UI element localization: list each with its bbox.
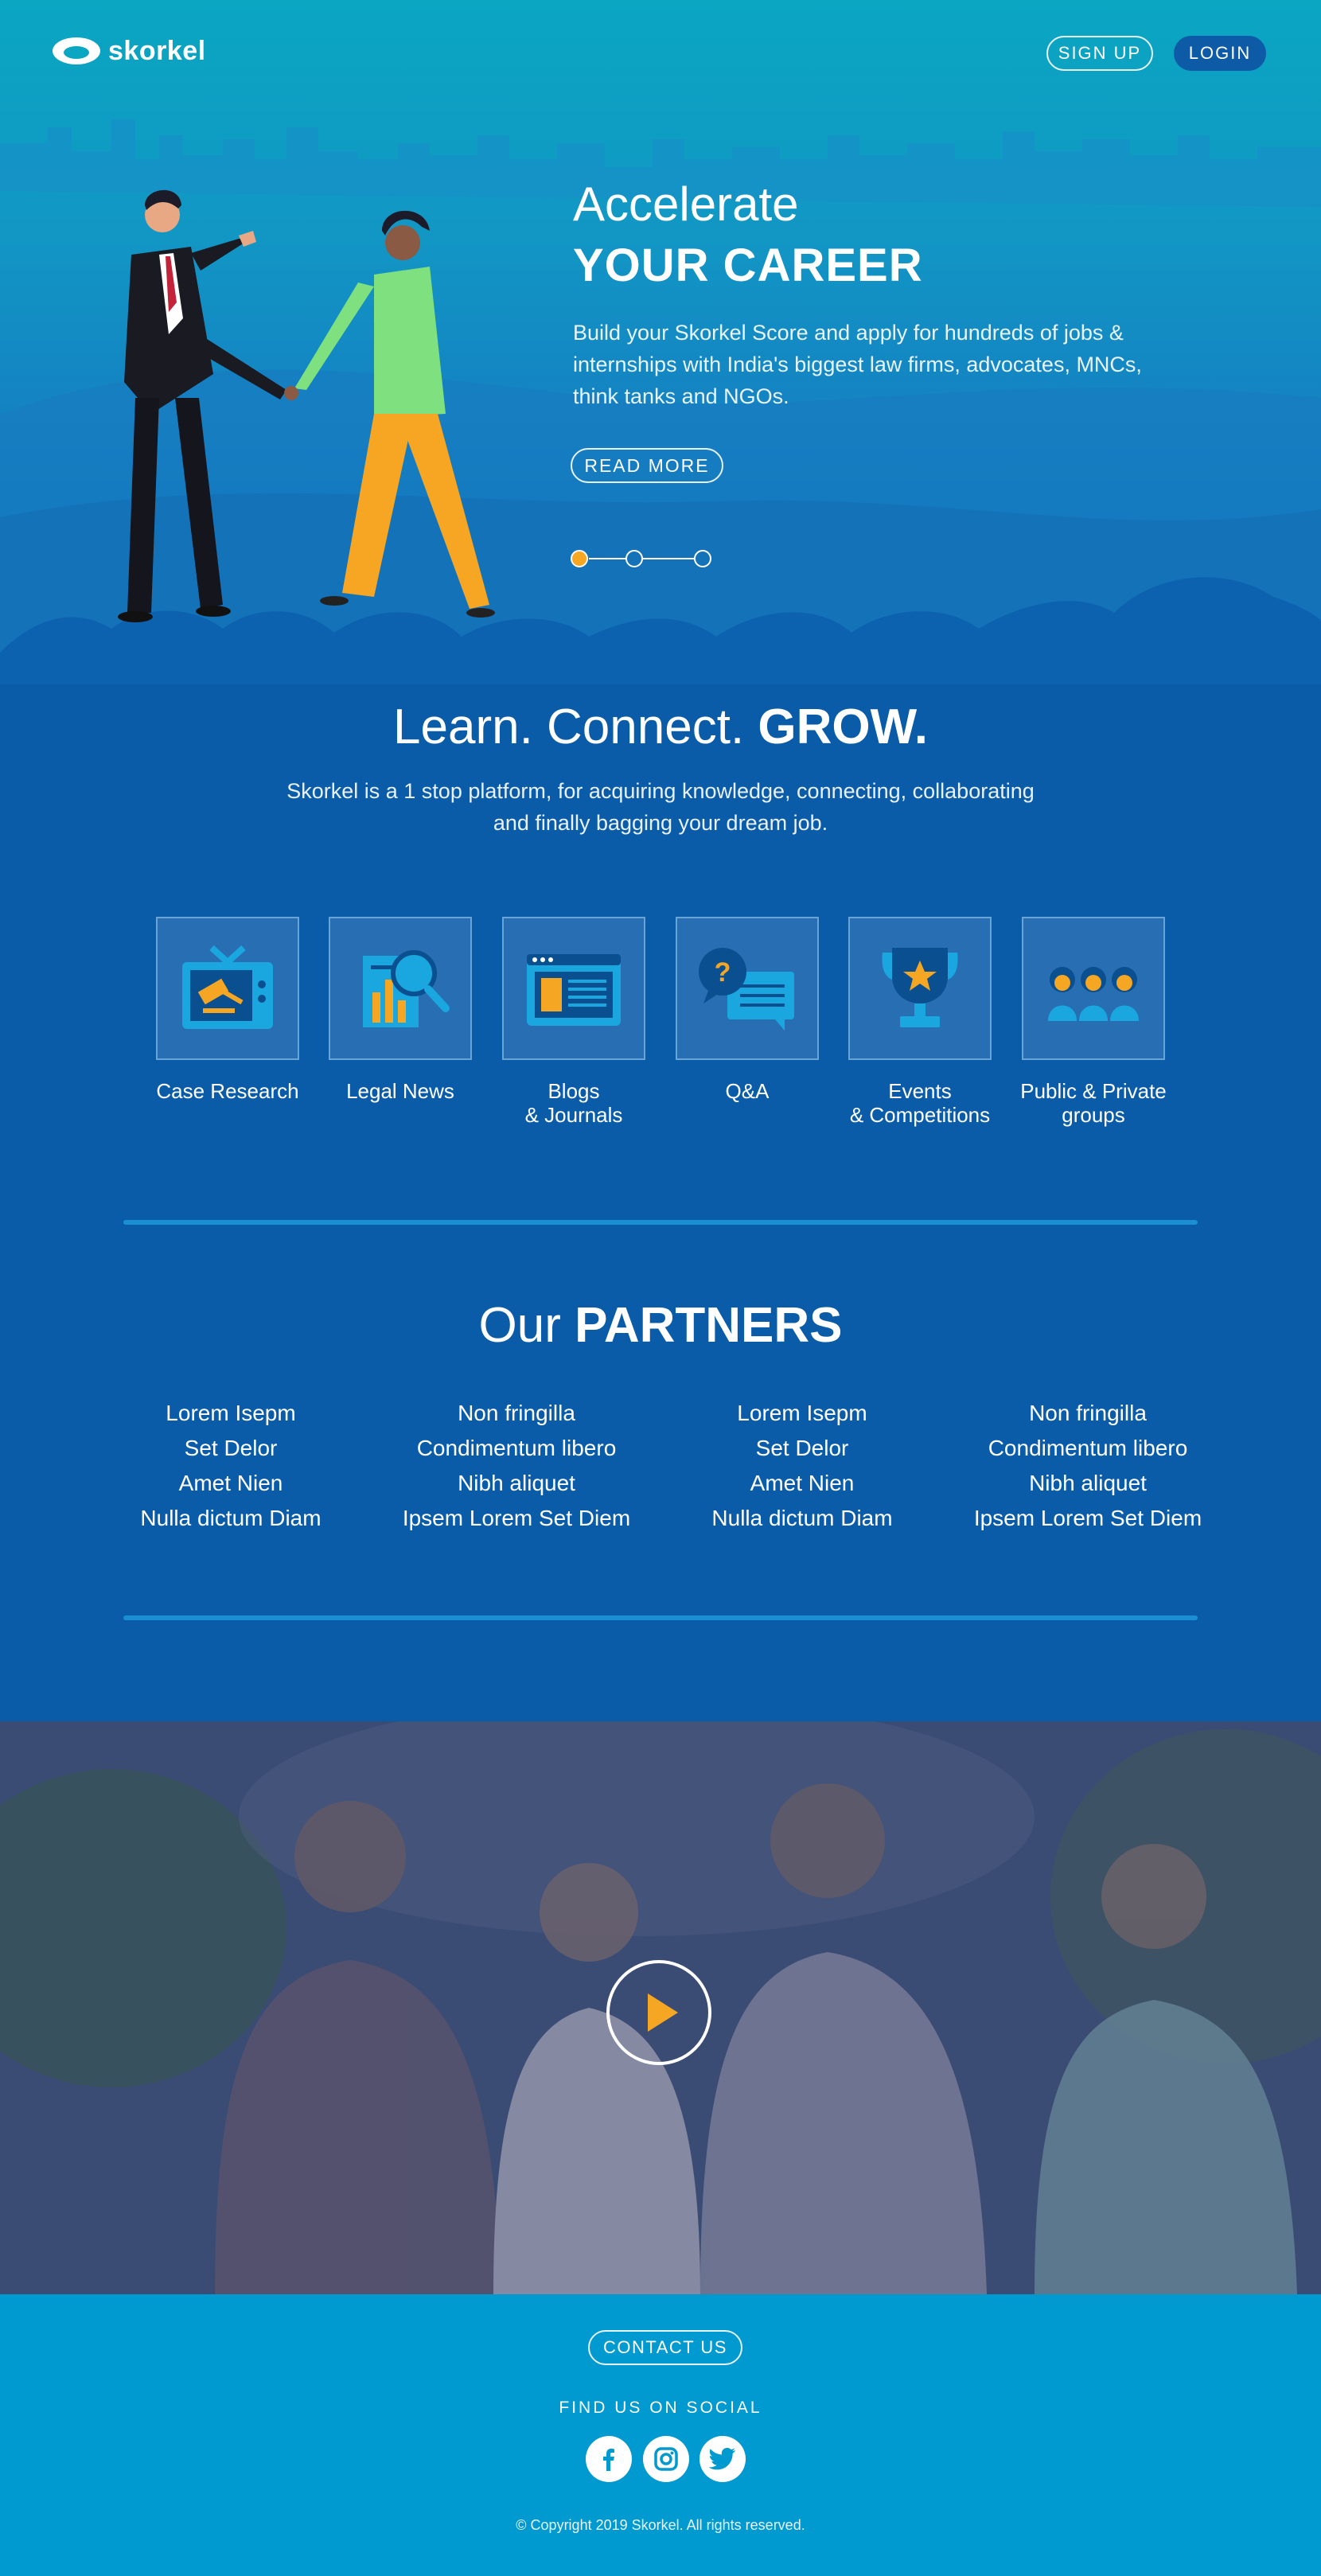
brand-name: skorkel [108, 35, 206, 66]
service-tile[interactable] [502, 917, 645, 1060]
instagram-link[interactable] [643, 2436, 689, 2482]
service-tile[interactable] [848, 917, 992, 1060]
service-label-2: & Competitions [849, 1103, 991, 1127]
service-label: Q&A [725, 1079, 770, 1103]
service-tile[interactable] [1022, 917, 1165, 1060]
service-tile[interactable] [156, 917, 299, 1060]
browser-window-icon [527, 954, 621, 1026]
twitter-icon [709, 2448, 735, 2470]
hero-description: Build your Skorkel Score and apply for h… [573, 321, 1142, 408]
intro-title-light: Learn. Connect. [393, 700, 745, 754]
service-events-competitions[interactable]: Events & Competitions [832, 917, 1007, 1127]
gavel-tv-icon [182, 945, 273, 1029]
partners-column-2: Non fringilla Condimentum libero Nibh al… [373, 1396, 660, 1536]
footer: CONTACT US FIND US ON SOCIAL © Copyright… [0, 2294, 1321, 2576]
twitter-link[interactable] [699, 2436, 746, 2482]
section-divider [123, 1220, 1198, 1225]
partner-item[interactable]: Nulla dictum Diam [659, 1501, 945, 1536]
partner-item[interactable]: Condimentum libero [945, 1431, 1231, 1466]
partner-item[interactable]: Lorem Isepm [88, 1396, 374, 1431]
partners-column-4: Non fringilla Condimentum libero Nibh al… [945, 1396, 1231, 1536]
partner-item[interactable]: Nibh aliquet [945, 1466, 1231, 1501]
partner-item[interactable]: Ipsem Lorem Set Diem [945, 1501, 1231, 1536]
service-qa[interactable]: ? Q&A [660, 917, 835, 1103]
service-tile[interactable]: ? [676, 917, 819, 1060]
partner-item[interactable]: Non fringilla [945, 1396, 1231, 1431]
partner-item[interactable]: Amet Nien [88, 1466, 374, 1501]
read-more-button[interactable]: READ MORE [571, 448, 723, 483]
facebook-link[interactable] [586, 2436, 632, 2482]
intro-description-line1: Skorkel is a 1 stop platform, for acquir… [286, 779, 1035, 803]
chat-question-icon: ? [699, 948, 794, 1031]
slider-pagination [571, 550, 711, 567]
partners-title-bold: PARTNERS [575, 1298, 843, 1353]
logo[interactable]: skorkel [51, 35, 206, 67]
facebook-icon [603, 2449, 614, 2471]
service-tile[interactable] [329, 917, 472, 1060]
service-label: Legal News [346, 1079, 454, 1103]
partner-item[interactable]: Condimentum libero [373, 1431, 660, 1466]
partner-item[interactable]: Non fringilla [373, 1396, 660, 1431]
hero-title-light: Accelerate [573, 177, 799, 231]
trophy-icon [882, 948, 958, 1027]
intro-title: Learn. Connect. GROW. [0, 699, 1321, 755]
partner-item[interactable]: Nulla dictum Diam [88, 1501, 374, 1536]
partners-column-1: Lorem Isepm Set Delor Amet Nien Nulla di… [88, 1396, 374, 1536]
service-case-research[interactable]: Case Research [140, 917, 315, 1103]
intro-title-bold: GROW. [758, 700, 928, 754]
slide-dot-1[interactable] [571, 550, 588, 567]
partner-item[interactable]: Nibh aliquet [373, 1466, 660, 1501]
service-label-2: & Journals [524, 1103, 623, 1127]
partner-item[interactable]: Amet Nien [659, 1466, 945, 1501]
service-groups[interactable]: Public & Private groups [1006, 917, 1181, 1127]
login-button[interactable]: LOGIN [1174, 36, 1266, 71]
service-blogs-journals[interactable]: Blogs & Journals [486, 917, 661, 1127]
contact-us-button[interactable]: CONTACT US [588, 2330, 742, 2365]
signup-button[interactable]: SIGN UP [1046, 36, 1153, 71]
svg-text:?: ? [715, 957, 731, 988]
service-label: Public & Private [1020, 1079, 1167, 1103]
partners-column-3: Lorem Isepm Set Delor Amet Nien Nulla di… [659, 1396, 945, 1536]
hero-section: skorkel SIGN UP LOGIN Accelerate YOUR CA… [0, 0, 1321, 684]
play-icon [648, 1993, 678, 2032]
play-button[interactable] [606, 1960, 711, 2065]
service-label: Blogs [547, 1079, 600, 1103]
partner-item[interactable]: Set Delor [88, 1431, 374, 1466]
slide-dot-2[interactable] [625, 550, 643, 567]
news-chart-icon [363, 950, 450, 1027]
service-label: Events [888, 1079, 952, 1103]
partners-title-light: Our [478, 1298, 561, 1353]
skorkel-logo-icon [53, 37, 100, 64]
people-group-icon [1048, 967, 1139, 1021]
service-label: Case Research [156, 1079, 299, 1103]
service-label-2: groups [1062, 1103, 1125, 1127]
intro-description-line2: and finally bagging your dream job. [493, 811, 828, 835]
social-heading: FIND US ON SOCIAL [559, 2399, 762, 2417]
section-divider [123, 1615, 1198, 1620]
partner-item[interactable]: Ipsem Lorem Set Diem [373, 1501, 660, 1536]
hero-title-bold: YOUR CAREER [573, 240, 923, 291]
copyright: © Copyright 2019 Skorkel. All rights res… [516, 2517, 805, 2533]
slide-dot-3[interactable] [694, 550, 711, 567]
partners-title: Our PARTNERS [0, 1297, 1321, 1354]
instagram-icon [654, 2447, 678, 2471]
partner-item[interactable]: Set Delor [659, 1431, 945, 1466]
service-legal-news[interactable]: Legal News [313, 917, 488, 1103]
partner-item[interactable]: Lorem Isepm [659, 1396, 945, 1431]
